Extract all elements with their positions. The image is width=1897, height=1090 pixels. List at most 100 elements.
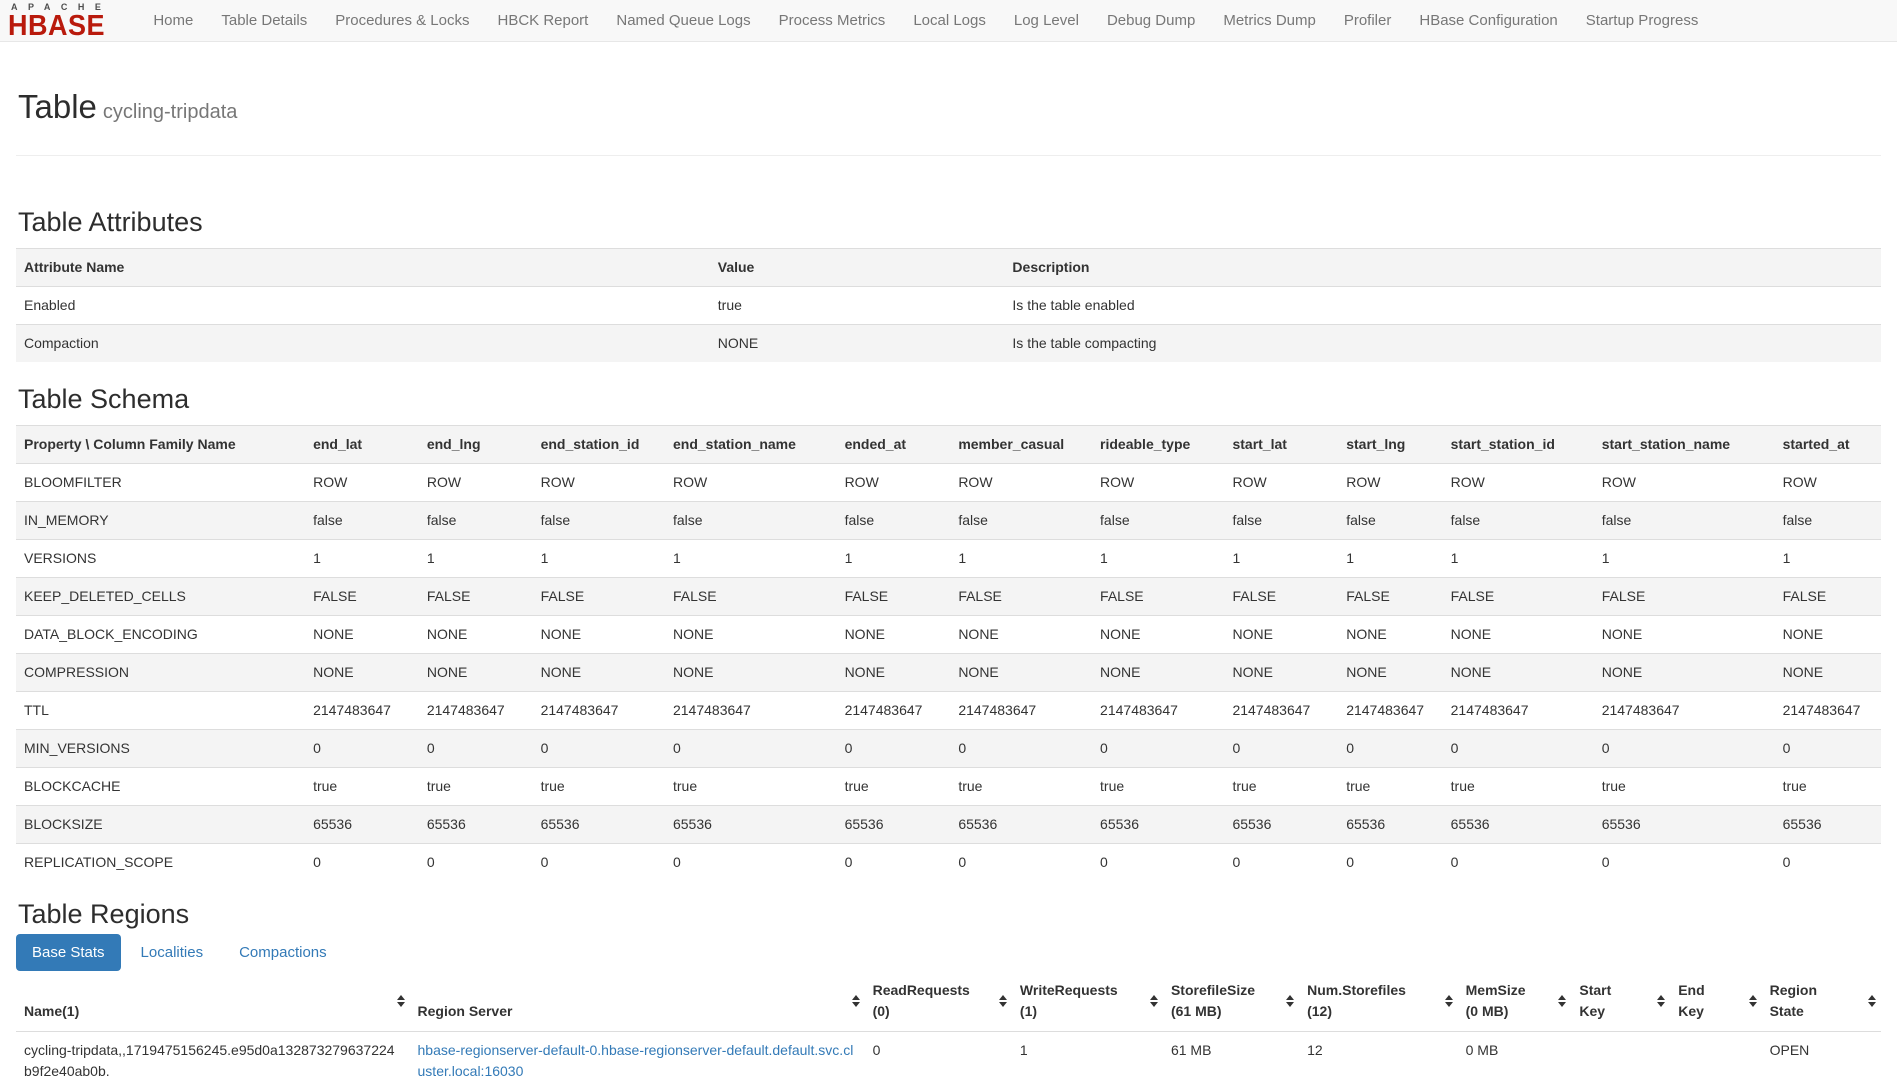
schema-value-end-station-name: FALSE	[665, 578, 837, 616]
nav-item-debug-dump[interactable]: Debug Dump	[1093, 1, 1209, 40]
regions-col-name-1[interactable]: Name(1)	[16, 971, 410, 1032]
regions-tab-base-stats[interactable]: Base Stats	[16, 934, 121, 971]
schema-value-start-station-name: NONE	[1594, 616, 1775, 654]
schema-value-ended-at: ROW	[837, 464, 951, 502]
schema-row-versions: VERSIONS111111111111	[16, 540, 1881, 578]
schema-value-ended-at: FALSE	[837, 578, 951, 616]
sort-icon[interactable]	[1150, 995, 1158, 1007]
nav-item-log-level[interactable]: Log Level	[1000, 1, 1093, 40]
regions-col-start-key[interactable]: Start Key	[1571, 971, 1670, 1032]
regions-tab-localities[interactable]: Localities	[125, 934, 220, 971]
region-name: cycling-tripdata,,1719475156245.e95d0a13…	[16, 1032, 410, 1090]
schema-property-name: BLOCKSIZE	[16, 806, 305, 844]
region-num-storefiles: 12	[1299, 1032, 1458, 1090]
schema-value-ended-at: 1	[837, 540, 951, 578]
sort-icon[interactable]	[1445, 995, 1453, 1007]
sort-icon[interactable]	[397, 995, 405, 1007]
schema-value-member-casual: 0	[950, 730, 1092, 768]
schema-value-start-lng: 1	[1338, 540, 1442, 578]
schema-value-end-lng: 2147483647	[419, 692, 533, 730]
regions-tab-compactions[interactable]: Compactions	[223, 934, 343, 971]
schema-row-data-block-encoding: DATA_BLOCK_ENCODINGNONENONENONENONENONEN…	[16, 616, 1881, 654]
nav-item-hbck-report[interactable]: HBCK Report	[483, 1, 602, 40]
regions-col-num-storefiles-12[interactable]: Num.Storefiles (12)	[1299, 971, 1458, 1032]
schema-col-family-start-station-name: start_station_name	[1594, 426, 1775, 464]
schema-value-start-station-name: 2147483647	[1594, 692, 1775, 730]
schema-value-rideable-type: ROW	[1092, 464, 1224, 502]
sort-icon[interactable]	[999, 995, 1007, 1007]
sort-icon[interactable]	[1749, 995, 1757, 1007]
schema-value-end-station-name: 1	[665, 540, 837, 578]
schema-value-start-lng: false	[1338, 502, 1442, 540]
schema-value-end-station-name: NONE	[665, 616, 837, 654]
schema-value-member-casual: 65536	[950, 806, 1092, 844]
nav-item-table-details[interactable]: Table Details	[207, 1, 321, 40]
schema-value-member-casual: 1	[950, 540, 1092, 578]
schema-value-end-lng: 65536	[419, 806, 533, 844]
schema-col-property: Property \ Column Family Name	[16, 426, 305, 464]
nav-item-local-logs[interactable]: Local Logs	[899, 1, 1000, 40]
schema-value-end-station-id: 1	[533, 540, 665, 578]
schema-value-member-casual: ROW	[950, 464, 1092, 502]
schema-value-start-station-name: FALSE	[1594, 578, 1775, 616]
sort-icon[interactable]	[1558, 995, 1566, 1007]
schema-value-start-lng: 2147483647	[1338, 692, 1442, 730]
navbar-menu: HomeTable DetailsProcedures & LocksHBCK …	[139, 1, 1712, 40]
schema-value-start-station-id: 0	[1443, 844, 1594, 882]
schema-value-end-lng: ROW	[419, 464, 533, 502]
hbase-logo[interactable]: APACHE HBASE	[8, 3, 111, 39]
regions-col-end-key[interactable]: End Key	[1670, 971, 1761, 1032]
schema-table: Property \ Column Family Nameend_latend_…	[16, 425, 1881, 881]
schema-value-end-station-name: 2147483647	[665, 692, 837, 730]
regions-col-region-server[interactable]: Region Server	[410, 971, 865, 1032]
nav-item-metrics-dump[interactable]: Metrics Dump	[1209, 1, 1330, 40]
logo-hbase-text: HBASE	[8, 12, 105, 40]
schema-value-start-lat: 0	[1224, 844, 1338, 882]
sort-icon[interactable]	[852, 995, 860, 1007]
schema-value-start-station-id: FALSE	[1443, 578, 1594, 616]
attribute-row-enabled: EnabledtrueIs the table enabled	[16, 287, 1881, 325]
schema-value-rideable-type: 0	[1092, 844, 1224, 882]
schema-value-rideable-type: FALSE	[1092, 578, 1224, 616]
page-title-text: Table	[18, 88, 97, 125]
sort-icon[interactable]	[1657, 995, 1665, 1007]
nav-item-procedures-locks[interactable]: Procedures & Locks	[321, 1, 483, 40]
schema-value-start-station-name: false	[1594, 502, 1775, 540]
regions-col-writerequests-1[interactable]: WriteRequests (1)	[1012, 971, 1163, 1032]
schema-value-end-station-name: 0	[665, 844, 837, 882]
schema-value-start-lng: 0	[1338, 844, 1442, 882]
schema-value-end-station-id: NONE	[533, 654, 665, 692]
nav-item-named-queue-logs[interactable]: Named Queue Logs	[602, 1, 764, 40]
schema-value-started-at: FALSE	[1775, 578, 1881, 616]
region-storefile-size: 61 MB	[1163, 1032, 1299, 1090]
nav-item-process-metrics[interactable]: Process Metrics	[765, 1, 900, 40]
schema-value-end-lat: 1	[305, 540, 419, 578]
schema-value-end-station-id: 0	[533, 844, 665, 882]
schema-property-name: KEEP_DELETED_CELLS	[16, 578, 305, 616]
schema-value-rideable-type: NONE	[1092, 616, 1224, 654]
regions-table: Name(1)Region ServerReadRequests (0)Writ…	[16, 971, 1881, 1090]
sort-icon[interactable]	[1286, 995, 1294, 1007]
region-server-link[interactable]: hbase-regionserver-default-0.hbase-regio…	[418, 1042, 854, 1079]
schema-value-end-lng: true	[419, 768, 533, 806]
regions-col-region-state[interactable]: Region State	[1762, 971, 1881, 1032]
nav-item-profiler[interactable]: Profiler	[1330, 1, 1406, 40]
schema-property-name: COMPRESSION	[16, 654, 305, 692]
sort-icon[interactable]	[1868, 995, 1876, 1007]
regions-col-storefilesize-61-mb[interactable]: StorefileSize (61 MB)	[1163, 971, 1299, 1032]
attributes-col-attribute-name: Attribute Name	[16, 249, 710, 287]
schema-row-compression: COMPRESSIONNONENONENONENONENONENONENONEN…	[16, 654, 1881, 692]
schema-value-rideable-type: 1	[1092, 540, 1224, 578]
schema-value-rideable-type: 65536	[1092, 806, 1224, 844]
nav-item-home[interactable]: Home	[139, 1, 207, 40]
regions-col-memsize-0-mb[interactable]: MemSize (0 MB)	[1458, 971, 1572, 1032]
top-navbar: APACHE HBASE HomeTable DetailsProcedures…	[0, 0, 1897, 42]
nav-item-startup-progress[interactable]: Startup Progress	[1572, 1, 1713, 40]
schema-value-end-station-name: true	[665, 768, 837, 806]
schema-value-started-at: 65536	[1775, 806, 1881, 844]
schema-value-end-station-id: FALSE	[533, 578, 665, 616]
regions-col-readrequests-0[interactable]: ReadRequests (0)	[865, 971, 1012, 1032]
schema-value-end-station-id: 0	[533, 730, 665, 768]
nav-item-hbase-configuration[interactable]: HBase Configuration	[1405, 1, 1571, 40]
schema-col-family-end-station-name: end_station_name	[665, 426, 837, 464]
